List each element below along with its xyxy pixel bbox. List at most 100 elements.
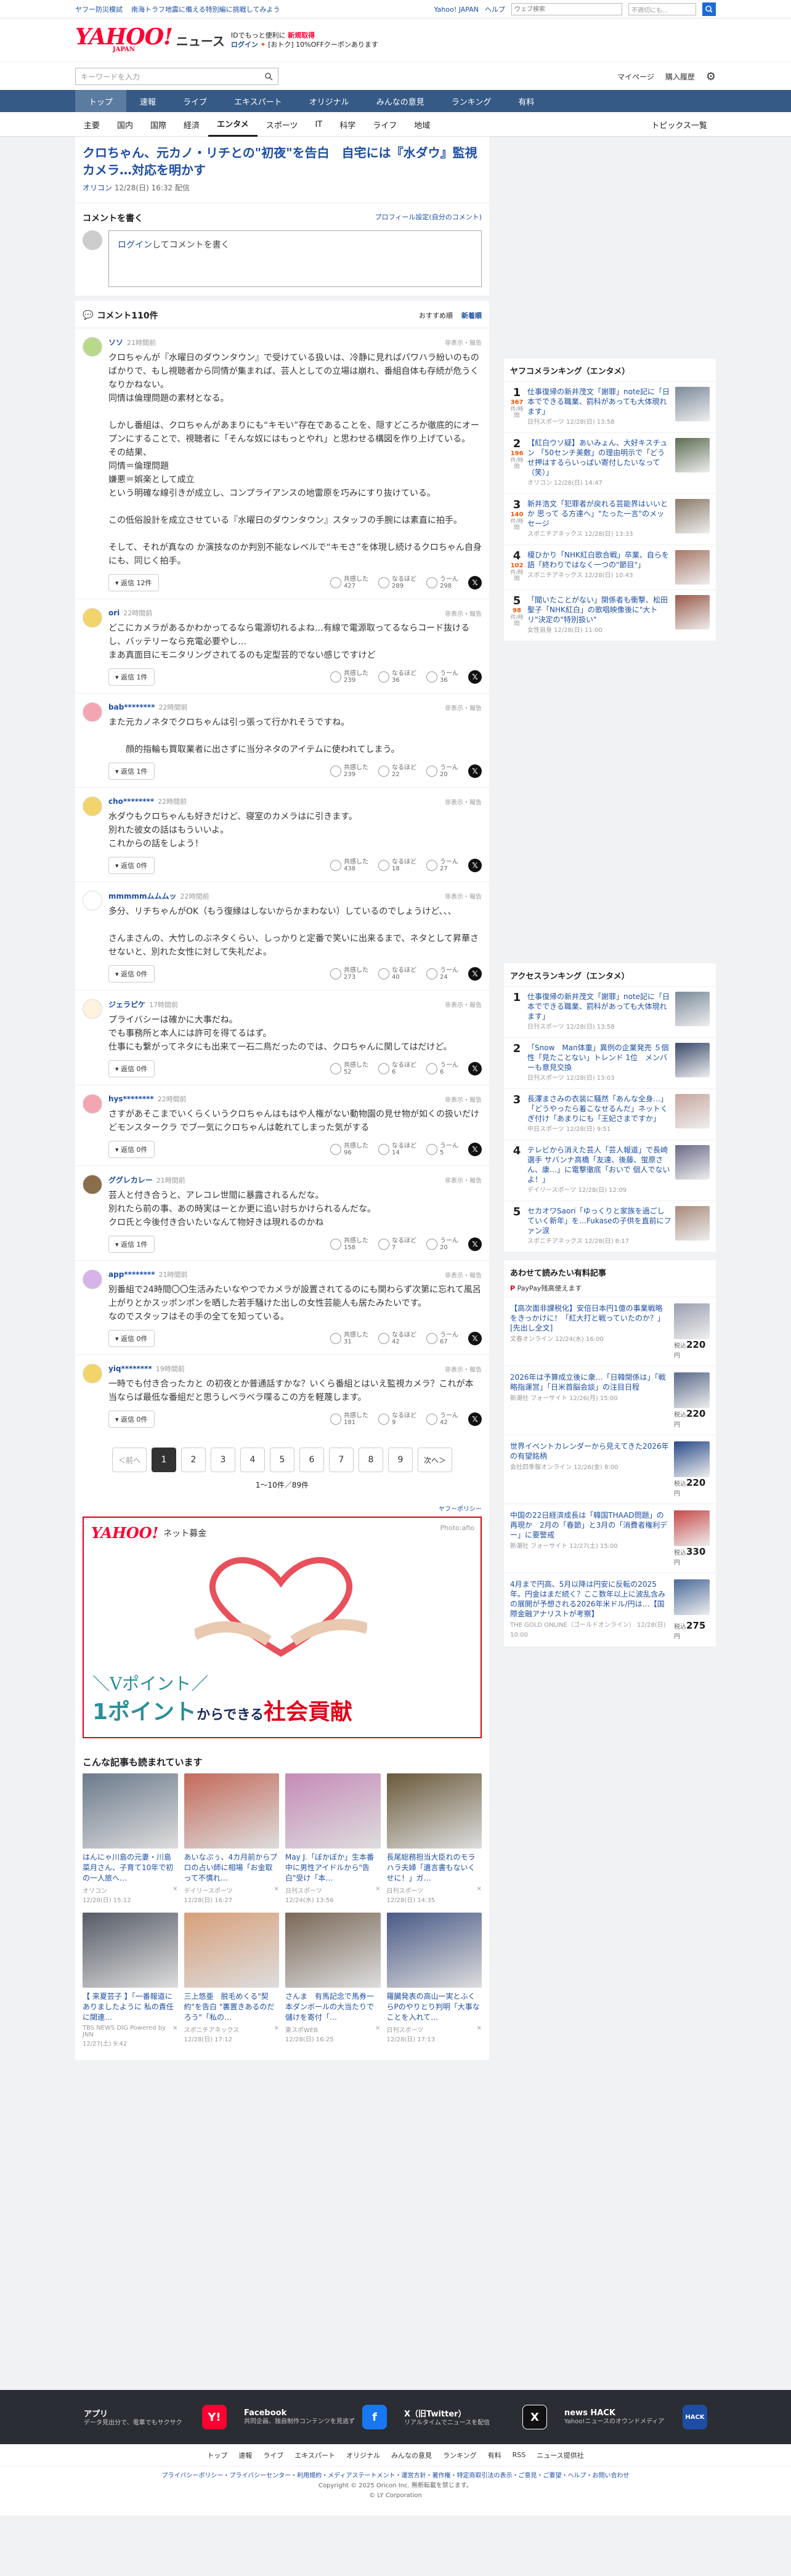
x-share-icon[interactable]: 𝕏 (468, 859, 482, 872)
hide-report-link[interactable]: 非表示・報告 (445, 891, 482, 901)
access-thumbnail[interactable] (675, 1206, 710, 1241)
rec-article[interactable]: 羅臓発表の高山一実とふくらPのやりとり判明「大事なことを入れて… 日刊スポーツ 12… (386, 1913, 482, 2047)
footer-app-1[interactable]: Facebook 共同企画、独自制作コンテンツを見逃ず f (235, 2405, 396, 2429)
paid-thumbnail[interactable] (674, 1579, 710, 1615)
reaction-agree-button[interactable]: なるほど 40 (378, 967, 416, 981)
access-item[interactable]: 2 「Snow Man体重」異例の企業発売 ５個性「見たことない」トレンド 1位 … (504, 1037, 716, 1088)
close-icon[interactable]: × (477, 1885, 482, 1904)
reply-button[interactable]: ▾ 返信 0件 (108, 1411, 155, 1428)
rec-article[interactable]: May J.「ぼかぼか」生本番中に男性アイドルから"告白"受け「本… 日刊スポーツ… (285, 1773, 381, 1904)
comment-user[interactable]: hys******** (108, 1095, 154, 1103)
rec-thumbnail[interactable] (285, 1773, 381, 1849)
paid-article[interactable]: 4月まで円高、5月以降は円安に反転の2025年。円金はまだ続く？ここ数年以上に波… (504, 1573, 716, 1646)
comment-user[interactable]: yiq******** (108, 1364, 152, 1373)
web-search-input[interactable] (511, 3, 622, 15)
avatar[interactable] (83, 999, 102, 1019)
hide-report-link[interactable]: 非表示・報告 (445, 703, 482, 712)
avatar[interactable] (83, 1364, 102, 1383)
subnav-item-3[interactable]: 経済 (175, 112, 208, 137)
reply-button[interactable]: ▾ 返信 0件 (108, 965, 155, 982)
footer-link-6[interactable]: ランキング (443, 2450, 477, 2460)
reply-button[interactable]: ▾ 返信 1件 (108, 1236, 155, 1253)
reply-button[interactable]: ▾ 返信 12件 (108, 574, 159, 591)
reaction-hmm-button[interactable]: うーん 42 (426, 1412, 458, 1426)
nav-item-0[interactable]: トップ (75, 90, 127, 112)
hide-report-link[interactable]: 非表示・報告 (445, 1000, 482, 1009)
rank-title[interactable]: 新井浩文「犯罪者が戻れる芸能界はいいとか 思って る方達へ」"たった一言"のメッ… (527, 499, 671, 540)
reply-button[interactable]: ▾ 返信 1件 (108, 668, 155, 686)
nav-item-1[interactable]: 速報 (126, 90, 169, 112)
close-icon[interactable]: × (274, 2025, 279, 2043)
ranking-item[interactable]: 3 140 件/時間 新井浩文「犯罪者が戻れる芸能界はいいとか 思って る方達へ」"た… (504, 493, 716, 545)
reaction-empathy-button[interactable]: 共感した 181 (330, 1412, 368, 1426)
access-title[interactable]: 長澤まさみの衣装に騒然「あんな全身…」「どうやったら着こなせるんだ」ネットくぎ付… (527, 1094, 671, 1135)
reaction-agree-button[interactable]: なるほど 42 (378, 1332, 416, 1345)
page-button-4[interactable]: 4 (240, 1448, 265, 1472)
ranking-item[interactable]: 4 102 件/時間 榎ひかり「NHK紅白歌合戦」卒業、自らを語「終わりではなく一つの… (504, 545, 716, 589)
rec-article[interactable]: 三上悠亜 脱毛めくる"契約"を告白 "裏置きあるのだろう"「私の… スポニチアネッ… (184, 1913, 279, 2047)
access-title[interactable]: テレビから消えた芸人「芸人報道」で長崎選手 サバンナ高橋「友達、後藤、蛍原さん、… (527, 1145, 671, 1196)
x-share-icon[interactable]: 𝕏 (468, 576, 482, 589)
x-share-icon[interactable]: 𝕏 (468, 1143, 482, 1156)
close-icon[interactable]: × (172, 2025, 177, 2047)
reaction-hmm-button[interactable]: うーん 36 (426, 670, 458, 684)
rec-article[interactable]: あいなぷぅ、4カ月前からプロの占い師に相場「お金取って不慣れ… デイリースポーツ 1… (184, 1773, 279, 1904)
subnav-item-2[interactable]: 国際 (142, 112, 175, 137)
footer-link-4[interactable]: オリジナル (346, 2450, 380, 2460)
reply-button[interactable]: ▾ 返信 0件 (108, 1330, 155, 1347)
comment-user[interactable]: ori (108, 609, 120, 617)
rec-title[interactable]: 長尾総務担当大臣れのモラハラ夫婦「遺言書もないくせに！」ガ… (387, 1852, 482, 1884)
avatar[interactable] (83, 1175, 102, 1194)
comment-user[interactable]: bab******** (108, 703, 155, 711)
access-title[interactable]: セカオワSaori「ゆっくりと家族を過ごしていく新年」を…Fukaseの子供を直… (527, 1206, 671, 1247)
prev-page-button[interactable]: ＜前へ (112, 1448, 147, 1472)
reaction-agree-button[interactable]: なるほど 289 (378, 576, 416, 589)
paid-thumbnail[interactable] (674, 1510, 710, 1546)
hide-report-link[interactable]: 非表示・報告 (445, 1095, 482, 1104)
id-promo[interactable]: IDでもっと便利に 新規取得 ログイン ✦ [おトク] 10%OFFクーポンあり… (231, 31, 378, 49)
footer-app-0[interactable]: アプリ データ見出分で、電車でもサクサク Y! (75, 2405, 235, 2429)
avatar[interactable] (83, 608, 102, 628)
x-share-icon[interactable]: 𝕏 (468, 670, 482, 684)
ranking-item[interactable]: 2 196 件/時間 【紅白ウソ疑】あいみょん、大好キスチュン 「50センチ美敷」の理… (504, 432, 716, 493)
reaction-agree-button[interactable]: なるほど 14 (378, 1143, 416, 1156)
x-share-icon[interactable]: 𝕏 (468, 1332, 482, 1345)
rec-thumbnail[interactable] (83, 1773, 178, 1849)
access-title[interactable]: 「Snow Man体重」異例の企業発売 ５個性「見たことない」トレンド 1位 メ… (527, 1043, 671, 1083)
comment-user[interactable]: ググレカレー (108, 1175, 153, 1185)
page-button-8[interactable]: 8 (359, 1448, 383, 1472)
paid-article[interactable]: 【高次面非課税化】安倍日本円1億の事業戦略をきっかけに！「紅大打と戦っていたのか… (504, 1297, 716, 1366)
rec-thumbnail[interactable] (184, 1913, 279, 1988)
nav-item-6[interactable]: ランキング (438, 90, 505, 112)
reaction-hmm-button[interactable]: うーん 298 (426, 576, 458, 589)
reaction-hmm-button[interactable]: うーん 24 (426, 967, 458, 981)
footer-link-1[interactable]: 速報 (238, 2450, 252, 2460)
rec-title[interactable]: 【 来夏芸子 】「一番報道にありましたように 私の責任に関連… (83, 1991, 178, 2023)
reaction-empathy-button[interactable]: 共感した 158 (330, 1237, 368, 1251)
paid-article[interactable]: 中国の22日経済成長は「韓国THAAD問題」の再現か 2月の「春節」と3月の「消… (504, 1504, 716, 1573)
paid-thumbnail[interactable] (674, 1303, 710, 1339)
x-share-icon[interactable]: 𝕏 (468, 764, 482, 778)
sort-recommended[interactable]: おすすめ順 (419, 310, 453, 320)
reaction-empathy-button[interactable]: 共感した 438 (330, 859, 368, 872)
ticker-tag[interactable]: ヤフー防災模試 (75, 4, 123, 14)
reaction-hmm-button[interactable]: うーん 20 (426, 1237, 458, 1251)
page-button-2[interactable]: 2 (181, 1448, 206, 1472)
rec-thumbnail[interactable] (386, 1773, 482, 1849)
access-item[interactable]: 3 長澤まさみの衣装に騒然「あんな全身…」「どうやったら着こなせるんだ」ネットくぎ… (504, 1088, 716, 1140)
reaction-hmm-button[interactable]: うーん 20 (426, 764, 458, 778)
rec-thumbnail[interactable] (83, 1913, 178, 1988)
rec-title[interactable]: さんま 有馬記念で馬券一本ダンボールの大当たりで儲けを寄付「… (285, 1991, 381, 2023)
comment-user[interactable]: app******** (108, 1270, 155, 1279)
avatar[interactable] (83, 1094, 102, 1114)
access-thumbnail[interactable] (675, 1043, 710, 1077)
page-button-7[interactable]: 7 (329, 1448, 354, 1472)
login-link[interactable]: ログイン (118, 240, 152, 250)
donation-ad-banner[interactable]: YAHOO! ネット募金 Photo:afio ＼Vポイント／ 1ポイントからでき… (83, 1517, 482, 1738)
reaction-hmm-button[interactable]: うーん 6 (426, 1062, 458, 1075)
subnav-item-0[interactable]: 主要 (75, 112, 108, 137)
rank-thumbnail[interactable] (675, 387, 710, 421)
facebook-icon[interactable]: f (362, 2405, 387, 2429)
reaction-hmm-button[interactable]: うーん 27 (426, 859, 458, 872)
footer-link-5[interactable]: みんなの意見 (391, 2450, 432, 2460)
